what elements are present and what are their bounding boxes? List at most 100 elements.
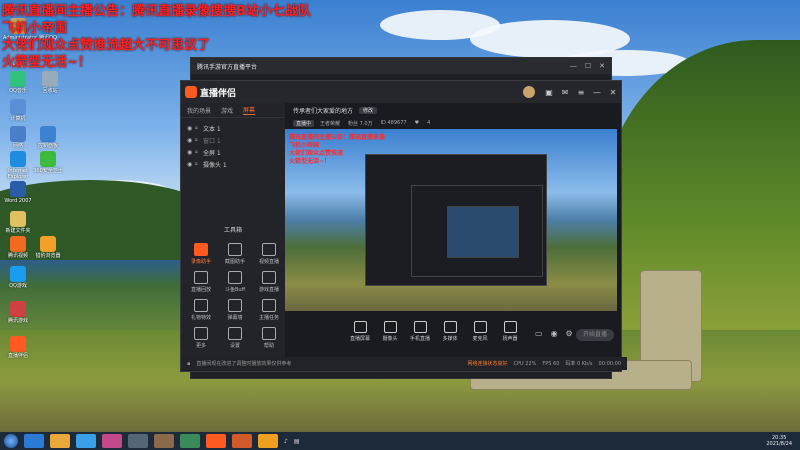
source-button[interactable]: 直播屏幕 — [345, 321, 375, 342]
avatar[interactable] — [523, 86, 535, 98]
source-icon — [413, 321, 427, 333]
desktop-icon[interactable]: 计算机 — [3, 99, 33, 122]
stream-preview[interactable]: 腾讯直播间主播公告：腾讯直播录像 飞机小帝国 大佬们观众点赞推流 火箭型无活~！ — [285, 129, 617, 311]
desktop-icon[interactable]: QQ音乐 — [3, 71, 33, 94]
scene-item[interactable]: ◉ 🔒︎ 全屏 1 — [181, 146, 285, 158]
live-companion-window[interactable]: 直播伴侣 ▣ ✉ ≡ — ✕ 我的场景 游戏 屏幕 ◉ 🔒︎ 文本 1 ◉ 🔒︎ 窗口 1 ◉ 🔒… — [180, 80, 627, 372]
taskbar-app-icon[interactable] — [24, 434, 44, 448]
taskbar-app-icon[interactable] — [206, 434, 226, 448]
toolbox-item[interactable]: 视频直播 — [253, 243, 285, 265]
scene-tab[interactable]: 我的场景 — [187, 106, 211, 115]
desktop-icon[interactable]: QQ游戏 — [3, 266, 33, 289]
toolbox-item[interactable]: 礼物特效 — [185, 299, 217, 321]
lock-icon[interactable]: 🔒︎ — [195, 149, 203, 155]
tool-label: 斗鱼Buff — [224, 287, 246, 293]
taskbar-app-icon[interactable] — [128, 434, 148, 448]
toolbox-item[interactable]: 弹幕墙 — [219, 299, 251, 321]
source-icon — [473, 321, 487, 333]
tool-icon — [262, 243, 276, 256]
toolbox-item[interactable]: 设置 — [219, 327, 251, 349]
desktop-icon[interactable]: 控制面板 — [33, 126, 63, 149]
volume-icon[interactable]: ♪ — [284, 438, 288, 445]
visibility-eye-icon[interactable]: ◉ — [187, 125, 195, 132]
lock-icon[interactable]: 🔒︎ — [195, 137, 203, 143]
minimize-icon[interactable]: — — [570, 62, 577, 70]
menu-icon[interactable]: ≡ — [575, 88, 587, 97]
live-status-badge: 直播中 — [293, 119, 315, 127]
desktop-icon[interactable]: Word 2007 — [3, 181, 33, 204]
toolbox-item[interactable]: 帮助 — [253, 327, 285, 349]
source-button[interactable]: 多媒体 — [435, 321, 465, 342]
minimize-icon[interactable]: — — [591, 88, 603, 97]
app-logo: 直播伴侣 — [185, 86, 275, 99]
scene-item[interactable]: ◉ 🔒︎ 文本 1 — [181, 122, 285, 134]
lock-icon[interactable]: 🔒︎ — [195, 125, 203, 131]
scene-item[interactable]: ◉ 🔒︎ 窗口 1 — [181, 134, 285, 146]
desktop-icon[interactable]: Internet Explorer — [3, 151, 33, 180]
desktop-icon[interactable]: 腾讯游戏 — [3, 301, 33, 324]
room-title-row: 传承者们大家爱的地方 修改 — [285, 103, 621, 117]
visibility-eye-icon[interactable]: ◉ — [187, 161, 195, 168]
source-button[interactable]: 扬声器 — [495, 321, 525, 342]
source-button[interactable]: 摄像头 — [375, 321, 405, 342]
source-icon — [503, 321, 517, 333]
taskbar-app-icon[interactable] — [258, 434, 278, 448]
skin-icon[interactable]: ▣ — [543, 88, 555, 97]
preview-eye-icon[interactable]: ◉ — [551, 329, 558, 338]
toolbox-item[interactable]: 主播任务 — [253, 299, 285, 321]
taskbar-clock[interactable]: 20:35 2021/8/24 — [766, 435, 792, 447]
taskbar-app-icon[interactable] — [180, 434, 200, 448]
visibility-eye-icon[interactable]: ◉ — [187, 149, 195, 156]
source-label: 手机直播 — [409, 336, 430, 342]
message-icon[interactable]: ✉ — [559, 88, 571, 97]
lock-icon[interactable]: 🔒︎ — [195, 161, 203, 167]
toolbox-title: 工具箱 — [223, 227, 242, 234]
taskbar-app-icon[interactable] — [154, 434, 174, 448]
desktop-icon[interactable]: 猎豹浏览器 — [33, 236, 63, 259]
desktop-icon[interactable]: 腾讯视频 — [3, 236, 33, 259]
source-button[interactable]: 麦克风 — [465, 321, 495, 342]
camera-toggle-icon[interactable]: ▭ — [535, 329, 543, 338]
toolbox-item[interactable]: 游戏直播 — [253, 271, 285, 293]
maximize-icon[interactable]: ☐ — [585, 62, 591, 70]
taskbar-app-icon[interactable] — [102, 434, 122, 448]
desktop-icon[interactable]: 回收站 — [35, 71, 65, 94]
edit-title-button[interactable]: 修改 — [359, 106, 378, 114]
status-bar: ▪ 直播间现在改进了调整时播放效果仅供参考 网络连接状态良好 CPU 22% F… — [181, 357, 627, 370]
room-category[interactable]: 王者荣耀 — [320, 120, 340, 127]
scene-tab[interactable]: 屏幕 — [243, 105, 256, 115]
toolbox-item[interactable]: 更多 — [185, 327, 217, 349]
source-toolbar: 直播屏幕 摄像头 手机直播 多媒体 麦克风 扬声器 ▭ ◉ ⚙ — [285, 321, 681, 349]
desktop-icon[interactable]: 360安全卫士 — [33, 151, 63, 174]
close-icon[interactable]: ✕ — [599, 62, 605, 70]
toolbox-item[interactable]: 斗鱼Buff — [219, 271, 251, 293]
desktop-app-icon — [10, 99, 26, 115]
close-icon[interactable]: ✕ — [607, 88, 619, 97]
start-live-button[interactable]: 开始直播 — [576, 329, 614, 341]
taskbar-app-icon[interactable] — [232, 434, 252, 448]
taskbar-app-icon[interactable] — [76, 434, 96, 448]
network-icon[interactable]: ▤ — [294, 438, 300, 445]
scene-tab[interactable]: 游戏 — [221, 106, 233, 115]
source-button[interactable]: 手机直播 — [405, 321, 435, 342]
room-info-row: 直播中 王者荣耀 粉丝 7.0万 ID 489677 ♥ 4 — [285, 117, 621, 129]
app-topbar[interactable]: 直播伴侣 ▣ ✉ ≡ — ✕ — [181, 81, 621, 103]
tool-label: 更多 — [195, 343, 206, 349]
cpu-usage: CPU 22% — [513, 360, 537, 367]
taskbar: ♪ ▤ 20:35 2021/8/24 — [0, 432, 800, 450]
toolbox-item[interactable]: 直播回放 — [185, 271, 217, 293]
desktop-icon[interactable]: 网络 — [3, 126, 33, 149]
settings-icon[interactable]: ⚙ — [566, 329, 573, 338]
visibility-eye-icon[interactable]: ◉ — [187, 137, 195, 144]
toolbox-item[interactable]: 录像助手 — [185, 243, 217, 265]
desktop-icon-label: 控制面板 — [37, 143, 58, 149]
bitrate-value: 码率 0 Kb/s — [565, 361, 593, 367]
start-button[interactable] — [4, 434, 18, 448]
scene-item[interactable]: ◉ 🔒︎ 摄像头 1 — [181, 158, 285, 170]
source-label: 多媒体 — [442, 336, 458, 342]
desktop-icon[interactable]: 直播伴侣 — [3, 336, 33, 359]
desktop-icon[interactable]: 新建文件夹 — [3, 211, 33, 234]
desktop-app-icon — [10, 126, 26, 142]
taskbar-app-icon[interactable] — [50, 434, 70, 448]
toolbox-item[interactable]: 截图助手 — [219, 243, 251, 265]
